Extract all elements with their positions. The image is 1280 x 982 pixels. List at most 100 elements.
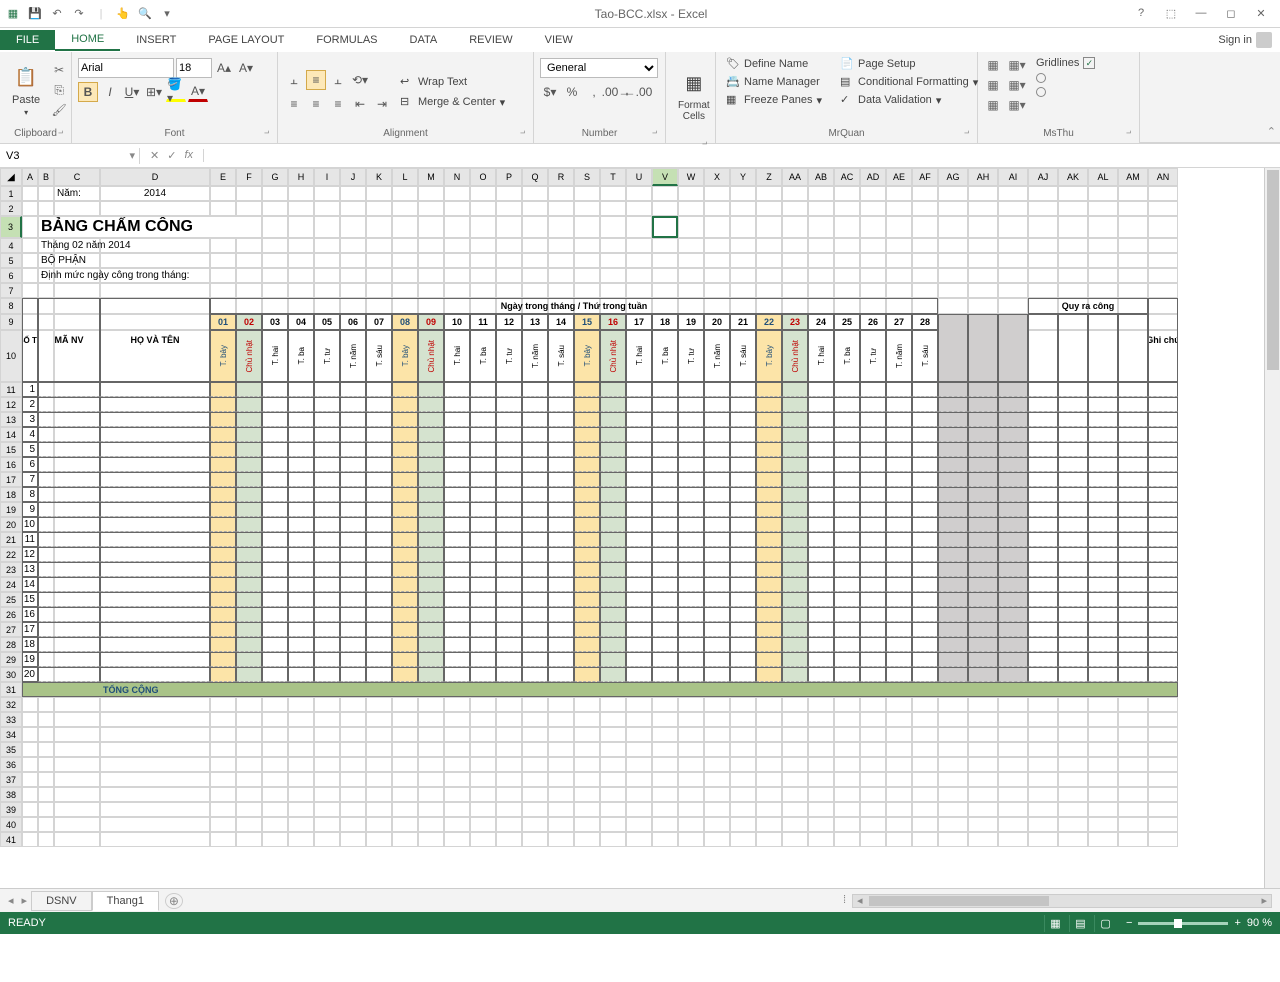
cell[interactable] xyxy=(912,817,938,832)
cell[interactable] xyxy=(366,817,392,832)
cell[interactable] xyxy=(808,832,834,847)
rownum-15[interactable]: 15 xyxy=(22,592,38,607)
data-17-10[interactable] xyxy=(444,622,470,637)
data-10-07[interactable] xyxy=(366,517,392,532)
data-14-11[interactable] xyxy=(470,577,496,592)
data-17-26[interactable] xyxy=(860,622,886,637)
data-3-12[interactable] xyxy=(496,412,522,427)
undo-icon[interactable]: ↶ xyxy=(48,5,66,23)
data-1-12[interactable] xyxy=(496,382,522,397)
col-header-AC[interactable]: AC xyxy=(834,168,860,186)
data-9-17[interactable] xyxy=(626,502,652,517)
cell[interactable] xyxy=(968,268,998,283)
cell[interactable] xyxy=(548,238,574,253)
data-13-19[interactable] xyxy=(678,562,704,577)
row-header-16[interactable]: 16 xyxy=(0,457,22,472)
cell[interactable] xyxy=(912,697,938,712)
content-cell[interactable] xyxy=(1058,607,1088,622)
cell[interactable] xyxy=(100,201,210,216)
msthu-btn2[interactable]: ▦ xyxy=(984,76,1002,94)
cell[interactable] xyxy=(340,727,366,742)
day-16[interactable]: 16 xyxy=(600,314,626,330)
cell[interactable] xyxy=(1118,268,1148,283)
cell[interactable] xyxy=(652,253,678,268)
cell[interactable] xyxy=(366,772,392,787)
data-16-12[interactable] xyxy=(496,607,522,622)
hoten-2[interactable] xyxy=(100,397,210,412)
decrease-indent-icon[interactable]: ⇤ xyxy=(350,94,370,114)
row-header-5[interactable]: 5 xyxy=(0,253,22,268)
data-2-05[interactable] xyxy=(314,397,340,412)
cell[interactable] xyxy=(678,186,704,201)
cell[interactable] xyxy=(574,268,600,283)
cell[interactable] xyxy=(366,201,392,216)
data-18-26[interactable] xyxy=(860,637,886,652)
cell[interactable] xyxy=(912,283,938,298)
data-15-14[interactable] xyxy=(548,592,574,607)
number-format[interactable]: General xyxy=(540,58,658,78)
cell[interactable] xyxy=(600,712,626,727)
cell[interactable] xyxy=(1058,268,1088,283)
cell[interactable] xyxy=(340,757,366,772)
quy-col[interactable] xyxy=(938,314,968,382)
content-cell[interactable] xyxy=(1058,487,1088,502)
data-8-03[interactable] xyxy=(262,487,288,502)
cell[interactable] xyxy=(886,787,912,802)
content-cell[interactable] xyxy=(1148,547,1178,562)
copy-icon[interactable]: ⎘ xyxy=(50,81,68,99)
data-18-10[interactable] xyxy=(444,637,470,652)
data-11-15[interactable] xyxy=(574,532,600,547)
row-header-9[interactable]: 9 xyxy=(0,314,22,330)
data-10-27[interactable] xyxy=(886,517,912,532)
data-5-18[interactable] xyxy=(652,442,678,457)
data-10-28[interactable] xyxy=(912,517,938,532)
col-header-G[interactable]: G xyxy=(262,168,288,186)
cell[interactable] xyxy=(1118,201,1148,216)
data-12-21[interactable] xyxy=(730,547,756,562)
content-cell[interactable] xyxy=(968,547,998,562)
day-03[interactable]: 03 xyxy=(262,314,288,330)
cell[interactable] xyxy=(1148,787,1178,802)
data-4-28[interactable] xyxy=(912,427,938,442)
rownum-7[interactable]: 7 xyxy=(22,472,38,487)
data-11-07[interactable] xyxy=(366,532,392,547)
weekday-04[interactable]: T. ba xyxy=(288,330,314,382)
data-17-06[interactable] xyxy=(340,622,366,637)
data-20-23[interactable] xyxy=(782,667,808,682)
cell[interactable] xyxy=(1118,742,1148,757)
data-17-22[interactable] xyxy=(756,622,782,637)
data-9-23[interactable] xyxy=(782,502,808,517)
cell[interactable] xyxy=(392,727,418,742)
zoom-out-icon[interactable]: − xyxy=(1126,917,1132,929)
content-cell[interactable] xyxy=(1148,562,1178,577)
value-nam[interactable]: 2014 xyxy=(100,186,210,201)
cell[interactable] xyxy=(678,268,704,283)
data-9-08[interactable] xyxy=(392,502,418,517)
cell[interactable] xyxy=(968,201,998,216)
cell[interactable] xyxy=(886,817,912,832)
cell[interactable] xyxy=(912,802,938,817)
cell[interactable] xyxy=(626,757,652,772)
cell[interactable] xyxy=(288,727,314,742)
cell[interactable] xyxy=(236,742,262,757)
data-13-06[interactable] xyxy=(340,562,366,577)
cell[interactable] xyxy=(1028,253,1058,268)
cell[interactable] xyxy=(626,787,652,802)
data-6-25[interactable] xyxy=(834,457,860,472)
data-1-26[interactable] xyxy=(860,382,886,397)
cell[interactable] xyxy=(968,727,998,742)
horizontal-scrollbar[interactable]: ◂▸ xyxy=(852,894,1272,908)
data-13-28[interactable] xyxy=(912,562,938,577)
data-17-17[interactable] xyxy=(626,622,652,637)
cell[interactable] xyxy=(496,268,522,283)
cell[interactable] xyxy=(998,742,1028,757)
data-4-22[interactable] xyxy=(756,427,782,442)
data-13-07[interactable] xyxy=(366,562,392,577)
cell[interactable] xyxy=(418,757,444,772)
bold-button[interactable]: B xyxy=(78,82,98,102)
cell[interactable] xyxy=(54,697,100,712)
cell[interactable] xyxy=(678,832,704,847)
data-3-16[interactable] xyxy=(600,412,626,427)
cell[interactable] xyxy=(496,186,522,201)
data-18-11[interactable] xyxy=(470,637,496,652)
